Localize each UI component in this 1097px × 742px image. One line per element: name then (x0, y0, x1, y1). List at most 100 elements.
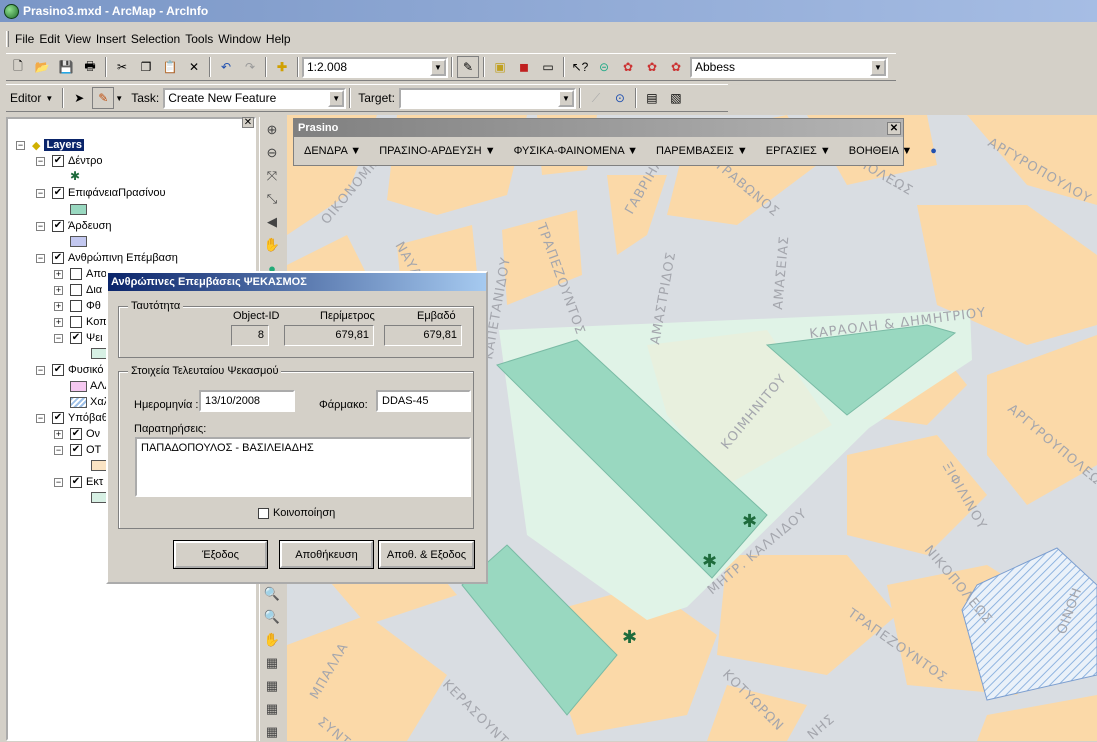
collapse-icon[interactable]: − (36, 365, 45, 375)
toc-sublayer[interactable]: Ψει (86, 332, 103, 344)
chevron-down-icon[interactable]: ▼ (430, 58, 446, 76)
measure-icon[interactable]: ▦ (262, 653, 282, 673)
dialog-titlebar[interactable]: Ανθρώπινες Επεμβάσεις ΨΕΚΑΣΜΟΣ (108, 273, 486, 291)
save-icon[interactable]: 💾 (55, 56, 77, 78)
rotate-tool-icon[interactable]: ⊙ (609, 87, 631, 109)
layer-checkbox[interactable]: ✔ (70, 444, 82, 456)
menu-help-gr[interactable]: ΒΟΗΘΕΙΑ ▼ (849, 145, 912, 157)
new-icon[interactable]: 🗋 (7, 56, 29, 78)
tool-grid3-icon[interactable]: ▦ (262, 722, 282, 742)
close-icon[interactable]: ✕ (242, 117, 254, 128)
tool-grid-icon[interactable]: ▦ (262, 676, 282, 696)
open-icon[interactable]: 📂 (31, 56, 53, 78)
expand-icon[interactable]: + (54, 285, 63, 295)
expand-icon[interactable]: + (54, 429, 63, 439)
chevron-down-icon[interactable]: ▼ (115, 94, 123, 103)
toc-sublayer[interactable]: Φθ (86, 300, 101, 312)
split-tool-icon[interactable]: ⟋ (585, 87, 607, 109)
paste-icon[interactable]: 📋 (159, 56, 181, 78)
menu-trees[interactable]: ΔΕΝΔΡΑ ▼ (304, 145, 361, 157)
scale-combo[interactable]: 1:2.008 ▼ (302, 56, 448, 78)
collapse-icon[interactable]: − (36, 253, 45, 263)
toc-layer-human-intervention[interactable]: Ανθρώπινη Επέμβαση (68, 252, 178, 264)
collapse-icon[interactable]: − (36, 156, 45, 166)
layer-checkbox[interactable]: ✔ (52, 364, 64, 376)
toc-layer-natural[interactable]: Φυσικό (68, 364, 104, 376)
layer-checkbox[interactable]: ✔ (70, 476, 82, 488)
layer-checkbox[interactable] (70, 316, 82, 328)
date-input[interactable]: 13/10/2008 (199, 390, 295, 412)
expand-icon[interactable]: + (54, 269, 63, 279)
sketch-properties-icon[interactable]: ▧ (665, 87, 687, 109)
task-combo[interactable]: Create New Feature ▼ (163, 87, 347, 109)
save-and-exit-button[interactable]: Αποθ. & Εξοδος (378, 540, 475, 569)
connect-icon[interactable]: ⊝ (593, 56, 615, 78)
collapse-icon[interactable]: − (36, 413, 45, 423)
toc-sublayer[interactable]: ΟΤ (86, 444, 101, 456)
layer-checkbox[interactable]: ✔ (70, 332, 82, 344)
add-data-icon[interactable]: ✚ (271, 56, 293, 78)
sketch-tool-icon[interactable]: ✎ (92, 87, 115, 109)
menu-edit[interactable]: Edit (39, 32, 60, 46)
menu-file[interactable]: File (15, 32, 34, 46)
chevron-down-icon[interactable]: ▼ (45, 94, 53, 103)
close-icon[interactable]: ✕ (887, 121, 901, 135)
toc-sublayer[interactable]: Κοπ (86, 316, 107, 328)
attributes-icon[interactable]: ▤ (641, 87, 663, 109)
menu-help[interactable]: Help (266, 32, 291, 46)
toc-sublayer[interactable]: Δια (86, 284, 102, 296)
collapse-icon[interactable]: − (16, 140, 25, 150)
edit-tool-arrow-icon[interactable]: ➤ (68, 87, 90, 109)
notify-option[interactable]: Κοινοποίηση (258, 507, 335, 519)
exit-button[interactable]: Έξοδος (173, 540, 268, 569)
hyperlink-icon[interactable]: ✋ (262, 630, 282, 650)
zoom-in-icon[interactable]: ⊕ (262, 120, 282, 140)
collapse-icon[interactable]: − (36, 188, 45, 198)
editor-menu[interactable]: Editor (10, 91, 41, 105)
drug-input[interactable]: DDAS-45 (376, 390, 471, 412)
delete-icon[interactable]: ✕ (183, 56, 205, 78)
toc-sublayer[interactable]: Εκτ (86, 476, 103, 488)
print-icon[interactable]: 🖶 (79, 56, 101, 78)
command-line-icon[interactable]: ▭ (537, 56, 559, 78)
toc-layer-irrigation[interactable]: Άρδευση (68, 220, 112, 232)
arctoolbox-icon[interactable]: ▣ (489, 56, 511, 78)
layer-checkbox[interactable] (70, 268, 82, 280)
undo-icon[interactable]: ↶ (215, 56, 237, 78)
save-button[interactable]: Αποθήκευση (279, 540, 374, 569)
toc-layer-base[interactable]: Υπόβαθ (68, 412, 108, 424)
back-extent-icon[interactable]: ◀ (262, 212, 282, 232)
expand-icon[interactable]: + (54, 317, 63, 327)
menu-selection[interactable]: Selection (131, 32, 180, 46)
toc-sublayer[interactable]: Ον (86, 428, 100, 440)
pan-icon[interactable]: ✋ (262, 235, 282, 255)
toc-layer-green-surface[interactable]: ΕπιφάνειαΠρασίνου (68, 187, 166, 199)
layer-checkbox[interactable] (70, 284, 82, 296)
toolbox-red-icon[interactable]: ◼ (513, 56, 535, 78)
collapse-icon[interactable]: − (54, 477, 63, 487)
identify-icon[interactable]: 🔍 (262, 607, 282, 627)
find-icon[interactable]: 🔍 (262, 584, 282, 604)
menu-window[interactable]: Window (218, 32, 261, 46)
tool-b-icon[interactable]: ✿ (641, 56, 663, 78)
cut-icon[interactable]: ✂ (111, 56, 133, 78)
layer-combo[interactable]: Abbess ▼ (690, 56, 888, 78)
toc-layer-tree[interactable]: Δέντρο (68, 155, 102, 167)
menu-view[interactable]: View (65, 32, 91, 46)
layer-checkbox[interactable]: ✔ (52, 220, 64, 232)
collapse-icon[interactable]: − (54, 445, 63, 455)
toolbar-grip[interactable] (6, 31, 9, 47)
tool-grid2-icon[interactable]: ▦ (262, 699, 282, 719)
whats-this-icon[interactable]: ↖? (569, 56, 591, 78)
menu-tasks[interactable]: ΕΡΓΑΣΙΕΣ ▼ (766, 145, 831, 157)
toc-sublayer[interactable]: Απο (86, 268, 107, 280)
menu-tools[interactable]: Tools (185, 32, 213, 46)
layer-checkbox[interactable]: ✔ (52, 155, 64, 167)
layer-checkbox[interactable]: ✔ (52, 412, 64, 424)
fixed-zoom-out-icon[interactable]: ⤡ (262, 189, 282, 209)
layer-checkbox[interactable] (70, 300, 82, 312)
collapse-icon[interactable]: − (36, 221, 45, 231)
notify-checkbox[interactable] (258, 507, 269, 519)
zoom-out-icon[interactable]: ⊖ (262, 143, 282, 163)
tool-a-icon[interactable]: ✿ (617, 56, 639, 78)
